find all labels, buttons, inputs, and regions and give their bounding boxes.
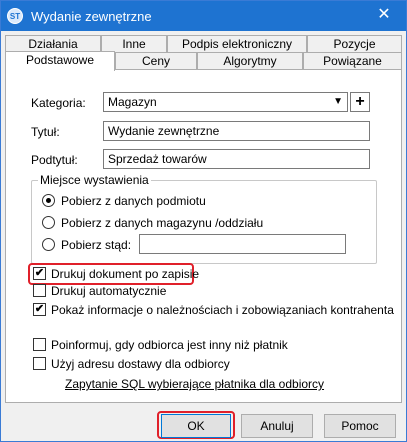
checkbox-drukuj-automatycznie[interactable]: [33, 284, 46, 297]
tab-ceny[interactable]: Ceny: [115, 52, 197, 70]
radio-pobierz-z-podmiotu[interactable]: [42, 194, 55, 207]
miejsce-wystawienia-title: Miejsce wystawienia: [38, 173, 151, 187]
close-icon: ✕: [377, 6, 391, 23]
radio-label-magazynu: Pobierz z danych magazynu /oddziału: [61, 216, 264, 230]
tab-pozycje[interactable]: Pozycje: [307, 35, 402, 53]
cancel-label: Anuluj: [260, 419, 294, 433]
window-title: Wydanie zewnętrzne: [31, 9, 152, 24]
kategoria-value: Magazyn: [108, 95, 157, 109]
chevron-down-icon: ▼: [333, 96, 343, 107]
label-drukuj-po-zapisie: Drukuj dokument po zapisie: [51, 267, 200, 281]
tab-label: Pozycje: [333, 37, 376, 51]
tab-podstawowe[interactable]: Podstawowe: [5, 51, 115, 71]
label-poinformuj: Poinformuj, gdy odbiorca jest inny niż p…: [51, 338, 288, 352]
plus-icon: +: [355, 93, 365, 110]
cancel-button[interactable]: Anuluj: [241, 414, 313, 438]
tab-label: Podstawowe: [25, 53, 95, 67]
kategoria-combobox[interactable]: Magazyn ▼: [103, 92, 348, 112]
podtytul-value: Sprzedaż towarów: [108, 152, 207, 166]
app-logo-icon: ST: [7, 8, 23, 24]
label-uzyj-adresu: Użyj adresu dostawy dla odbiorcy: [51, 357, 230, 371]
tytul-value: Wydanie zewnętrzne: [108, 124, 220, 138]
checkbox-poinformuj[interactable]: [33, 338, 46, 351]
tab-label: Inne: [122, 37, 146, 51]
radio-label-podmiotu: Pobierz z danych podmiotu: [61, 194, 206, 208]
tytul-input[interactable]: Wydanie zewnętrzne: [103, 121, 370, 141]
tab-label: Podpis elektroniczny: [181, 37, 293, 51]
tab-label: Ceny: [141, 54, 170, 68]
dialog-window: ST Wydanie zewnętrzne ✕ Działania Inne P…: [0, 0, 407, 442]
sql-query-link[interactable]: Zapytanie SQL wybierające płatnika dla o…: [65, 377, 324, 391]
checkbox-uzyj-adresu[interactable]: [33, 357, 46, 370]
tab-label: Algorytmy: [223, 54, 277, 68]
help-button[interactable]: Pomoc: [324, 414, 396, 438]
podtytul-label: Podtytuł:: [31, 153, 78, 167]
radio-pobierz-z-magazynu[interactable]: [42, 216, 55, 229]
checkbox-drukuj-po-zapisie[interactable]: ✔: [33, 267, 46, 280]
tab-powiazane[interactable]: Powiązane: [303, 52, 402, 70]
label-drukuj-automatycznie: Drukuj automatycznie: [51, 284, 167, 298]
pobierz-stad-input[interactable]: [139, 234, 346, 254]
checkbox-pokaz-informacje[interactable]: ✔: [33, 303, 46, 316]
title-bar[interactable]: ST Wydanie zewnętrzne ✕: [1, 1, 406, 31]
radio-label-stad: Pobierz stąd:: [61, 238, 132, 252]
ok-button[interactable]: OK: [161, 414, 231, 438]
close-button[interactable]: ✕: [374, 5, 394, 25]
podtytul-input[interactable]: Sprzedaż towarów: [103, 149, 370, 169]
ok-label: OK: [187, 419, 205, 433]
tab-label: Powiązane: [323, 54, 382, 68]
kategoria-label: Kategoria:: [31, 96, 86, 110]
label-pokaz-informacje: Pokaż informacje o należnościach i zobow…: [51, 303, 394, 317]
tab-podpis-elektroniczny[interactable]: Podpis elektroniczny: [167, 35, 307, 53]
tab-label: Działania: [28, 37, 78, 51]
add-category-button[interactable]: +: [350, 92, 370, 112]
tytul-label: Tytuł:: [31, 125, 60, 139]
help-label: Pomoc: [341, 419, 379, 433]
radio-pobierz-stad[interactable]: [42, 238, 55, 251]
tab-panel-podstawowe: Kategoria: Magazyn ▼ + Tytuł: Wydanie ze…: [5, 69, 402, 403]
tab-algorytmy[interactable]: Algorytmy: [197, 52, 303, 70]
